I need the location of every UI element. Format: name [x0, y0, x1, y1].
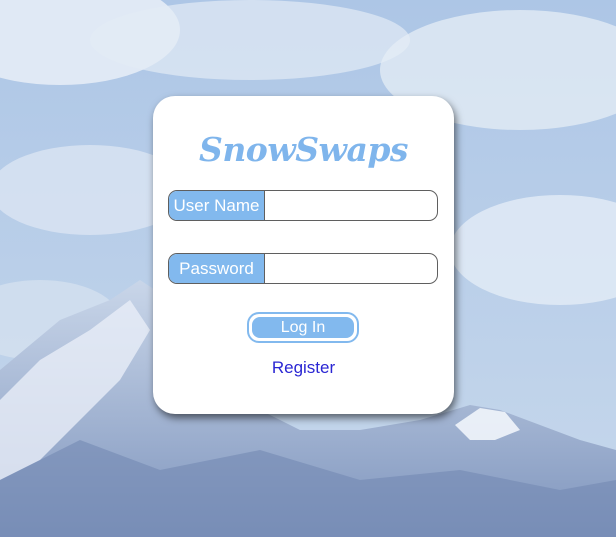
username-input[interactable] — [265, 191, 437, 220]
register-link[interactable]: Register — [153, 358, 454, 378]
password-label: Password — [169, 254, 265, 283]
login-button-label: Log In — [252, 317, 354, 338]
username-label: User Name — [169, 191, 265, 220]
username-field: User Name — [168, 190, 438, 221]
password-field: Password — [168, 253, 438, 284]
logo: SnowSwaps — [198, 130, 409, 169]
password-input[interactable] — [265, 254, 437, 283]
login-card: SnowSwaps User Name Password Log In Regi… — [153, 96, 454, 414]
login-button[interactable]: Log In — [247, 312, 359, 343]
